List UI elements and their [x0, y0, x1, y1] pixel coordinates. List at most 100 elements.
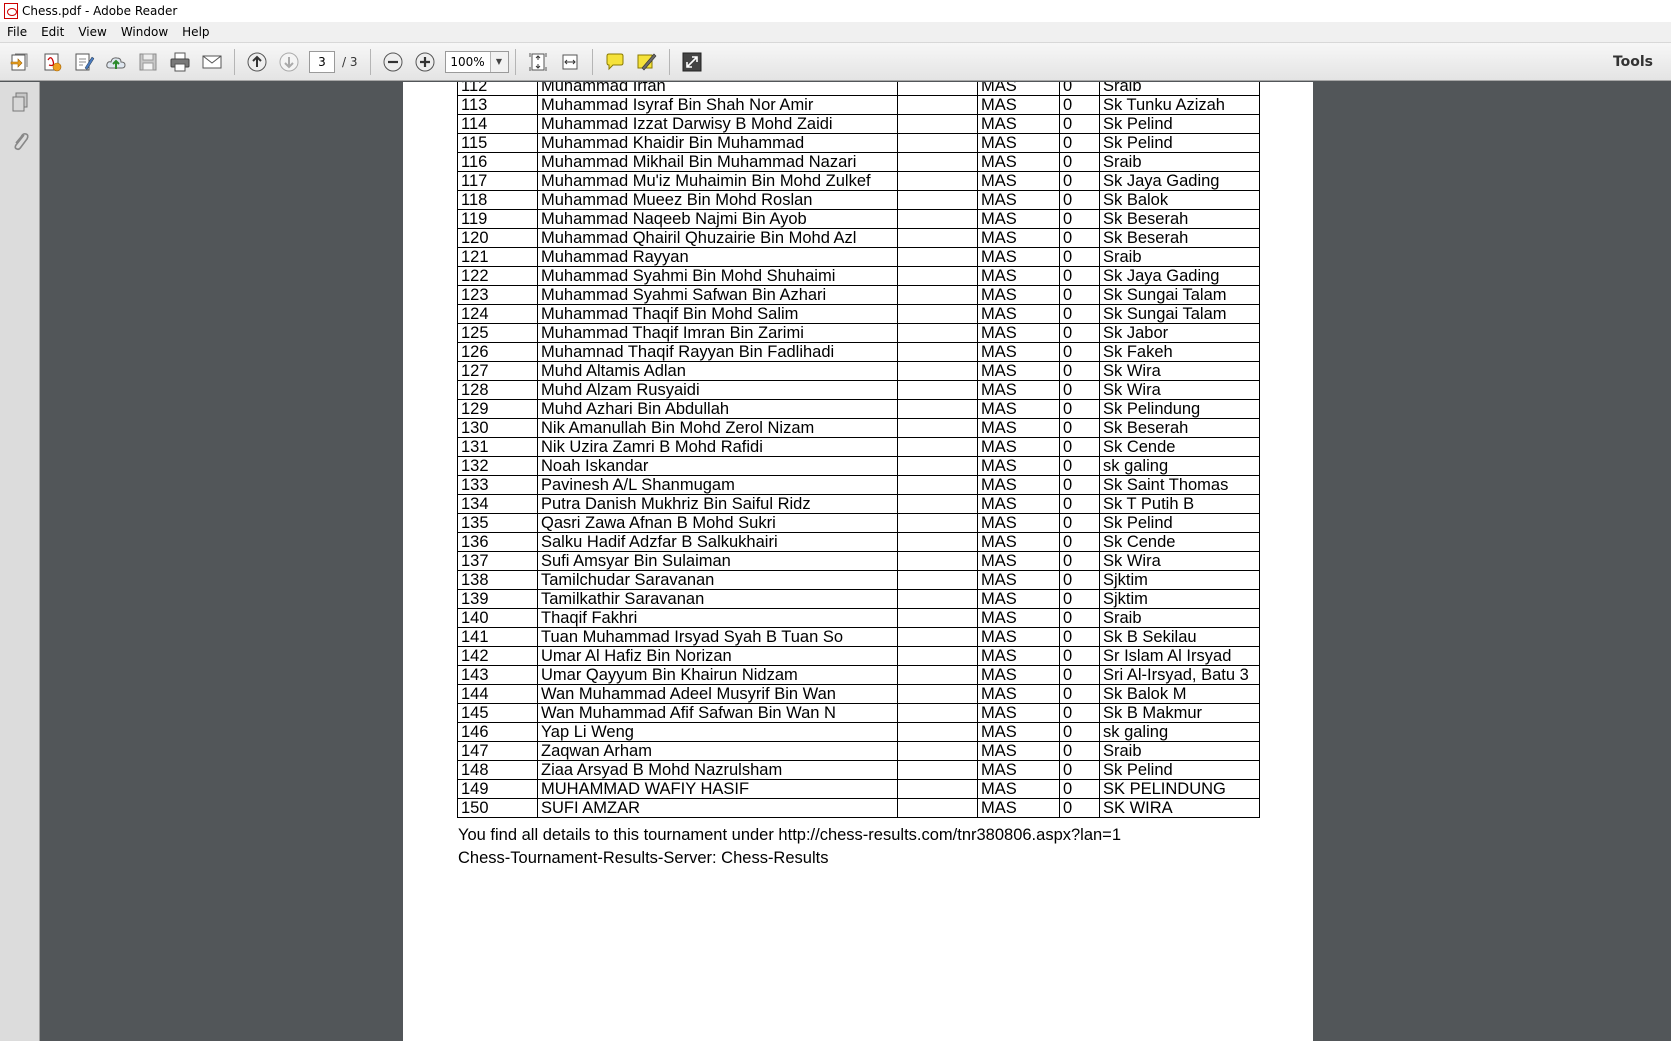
federation: MAS: [977, 551, 1060, 571]
rating: 0: [1059, 798, 1100, 818]
title-cell: [897, 551, 978, 571]
fit-page-button[interactable]: [523, 47, 553, 77]
page-thumbnails-button[interactable]: [2, 86, 38, 120]
title-cell: [897, 190, 978, 210]
zoom-out-button[interactable]: [378, 47, 408, 77]
table-row: 129 Muhd Azhari Bin Abdullah MAS 0 Sk Pelind…: [457, 399, 1260, 419]
upload-cloud-button[interactable]: [101, 47, 131, 77]
rating: 0: [1059, 646, 1100, 666]
title-cell: [897, 152, 978, 172]
table-row: 139 Tamilkathir Saravanan MAS 0 Sjktim: [457, 589, 1260, 609]
player-name: Tamilkathir Saravanan: [537, 589, 898, 609]
row-number: 122: [457, 266, 538, 286]
player-name: Muhammad Izzat Darwisy B Mohd Zaidi: [537, 114, 898, 134]
rating: 0: [1059, 171, 1100, 191]
fit-width-button[interactable]: [555, 47, 585, 77]
next-page-button[interactable]: [274, 47, 304, 77]
open-button[interactable]: [5, 47, 35, 77]
title-cell: [897, 133, 978, 153]
row-number: 145: [457, 703, 538, 723]
federation: MAS: [977, 627, 1060, 647]
edit-pdf-button[interactable]: [69, 47, 99, 77]
toolbar-separator: [234, 48, 235, 75]
federation: MAS: [977, 342, 1060, 362]
federation: MAS: [977, 95, 1060, 115]
full-screen-button[interactable]: [677, 47, 707, 77]
row-number: 131: [457, 437, 538, 457]
table-row: 119 Muhammad Naqeeb Najmi Bin Ayob MAS 0 Sk …: [457, 209, 1260, 229]
row-number: 138: [457, 570, 538, 590]
plus-circle-icon: [415, 52, 434, 71]
row-number: 127: [457, 361, 538, 381]
table-row: 135 Qasri Zawa Afnan B Mohd Sukri MAS 0 Sk P…: [457, 513, 1260, 533]
player-name: Muhammad Naqeeb Najmi Bin Ayob: [537, 209, 898, 229]
rating: 0: [1059, 380, 1100, 400]
tools-pane-button[interactable]: Tools: [1613, 43, 1653, 81]
rating: 0: [1059, 209, 1100, 229]
title-cell: [897, 798, 978, 818]
table-row: 127 Muhd Altamis Adlan MAS 0 Sk Wira: [457, 361, 1260, 381]
federation: MAS: [977, 190, 1060, 210]
player-name: Muhd Azhari Bin Abdullah: [537, 399, 898, 419]
title-cell: [897, 532, 978, 552]
club: Sk Pelind: [1099, 513, 1260, 533]
row-number: 144: [457, 684, 538, 704]
row-number: 130: [457, 418, 538, 438]
club: sk galing: [1099, 456, 1260, 476]
player-name: Muhammad Rayyan: [537, 247, 898, 267]
table-row: 144 Wan Muhammad Adeel Musyrif Bin Wan MAS…: [457, 684, 1260, 704]
title-cell: [897, 494, 978, 514]
attachments-button[interactable]: [2, 124, 38, 158]
title-cell: [897, 82, 978, 96]
title-cell: [897, 703, 978, 723]
document-viewer[interactable]: 112 Muhammad Irfan MAS 0 Sraib 113 Muhammad Is…: [41, 82, 1671, 1041]
fit-width-icon: [562, 54, 577, 69]
zoom-in-button[interactable]: [410, 47, 440, 77]
envelope-icon: [202, 55, 222, 68]
row-number: 117: [457, 171, 538, 191]
table-row: 124 Muhammad Thaqif Bin Mohd Salim MAS 0 Sk …: [457, 304, 1260, 324]
row-number: 119: [457, 209, 538, 229]
zoom-value[interactable]: 100%: [446, 55, 490, 69]
menu-file[interactable]: File: [0, 22, 34, 43]
federation: MAS: [977, 361, 1060, 381]
player-name: Ziaa Arsyad B Mohd Nazrulsham: [537, 760, 898, 780]
row-number: 141: [457, 627, 538, 647]
chevron-down-icon[interactable]: ▼: [489, 51, 508, 72]
title-cell: [897, 95, 978, 115]
title-cell: [897, 418, 978, 438]
federation: MAS: [977, 684, 1060, 704]
federation: MAS: [977, 456, 1060, 476]
print-button[interactable]: [165, 47, 195, 77]
menu-view[interactable]: View: [71, 22, 113, 43]
highlight-button[interactable]: [632, 47, 662, 77]
save-button[interactable]: [133, 47, 163, 77]
page-number-input[interactable]: 3: [309, 50, 335, 73]
federation: MAS: [977, 418, 1060, 438]
email-button[interactable]: [197, 47, 227, 77]
club: Sk Pelindung: [1099, 399, 1260, 419]
federation: MAS: [977, 532, 1060, 552]
club: Sk Pelind: [1099, 760, 1260, 780]
club: Sk Jaya Gading: [1099, 266, 1260, 286]
row-number: 114: [457, 114, 538, 134]
row-number: 126: [457, 342, 538, 362]
club: Sk Beserah: [1099, 418, 1260, 438]
rating: 0: [1059, 779, 1100, 799]
add-comment-button[interactable]: [600, 47, 630, 77]
rating: 0: [1059, 684, 1100, 704]
create-pdf-button[interactable]: [37, 47, 67, 77]
club: Sk Wira: [1099, 551, 1260, 571]
toolbar-separator: [668, 48, 670, 75]
table-row: 134 Putra Danish Mukhriz Bin Saiful Ridz M…: [457, 494, 1260, 514]
menu-help[interactable]: Help: [175, 22, 216, 43]
row-number: 150: [457, 798, 538, 818]
title-cell: [897, 570, 978, 590]
menu-bar: File Edit View Window Help: [0, 22, 1671, 43]
club: Sk Beserah: [1099, 209, 1260, 229]
previous-page-button[interactable]: [242, 47, 272, 77]
menu-window[interactable]: Window: [114, 22, 175, 43]
menu-edit[interactable]: Edit: [34, 22, 71, 43]
player-name: Muhammad Syahmi Bin Mohd Shuhaimi: [537, 266, 898, 286]
zoom-select[interactable]: 100% ▼: [444, 50, 509, 73]
